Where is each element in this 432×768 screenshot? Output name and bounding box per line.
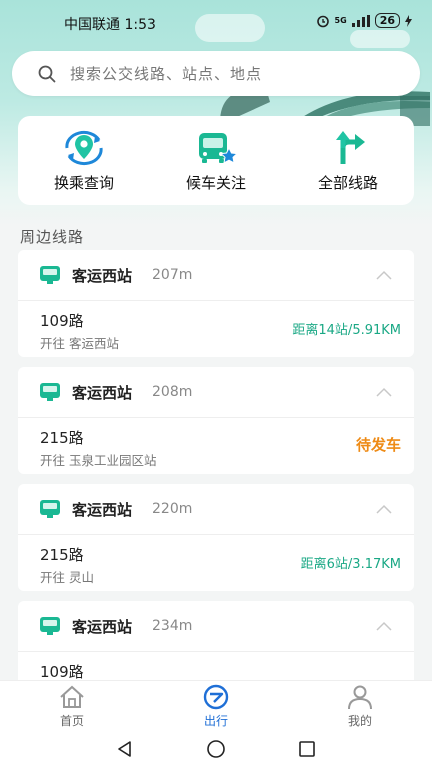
nearby-stop-card[interactable]: 客运西站 207m 109路 开往 客运西站 距离14站/5.91KM (18, 250, 414, 357)
nearby-stop-card[interactable]: 客运西站 208m 215路 开往 玉泉工业园区站 待发车 (18, 367, 414, 474)
route-destination: 开往 玉泉工业园区站 (40, 453, 157, 468)
all-routes-button[interactable]: 全部线路 (282, 116, 414, 205)
chevron-up-icon[interactable] (376, 387, 392, 397)
chevron-up-icon[interactable] (376, 504, 392, 514)
bus-stop-icon (40, 500, 60, 518)
tab-label: 首页 (59, 714, 84, 728)
route-row[interactable]: 215路 开往 灵山 距离6站/3.17KM (18, 535, 414, 591)
charging-icon (405, 14, 412, 27)
bus-watch-button[interactable]: 候车关注 (150, 116, 282, 205)
chevron-up-icon[interactable] (376, 270, 392, 280)
system-nav-bar (0, 730, 432, 768)
status-bar: 中国联通 1:53 5G 26 (0, 0, 432, 44)
alarm-icon (316, 15, 329, 27)
carrier-time: 中国联通 1:53 (64, 17, 156, 33)
profile-icon (348, 685, 372, 710)
bus-stop-icon (40, 617, 60, 635)
chevron-up-icon[interactable] (376, 621, 392, 631)
stop-name: 客运西站 (72, 617, 133, 636)
battery-level: 26 (374, 13, 400, 28)
search-bar[interactable] (12, 51, 420, 96)
home-icon (60, 685, 84, 708)
signal-icon (351, 14, 370, 27)
stop-name: 客运西站 (72, 500, 133, 519)
route-fork-icon (336, 131, 365, 164)
quick-action-label: 全部线路 (317, 174, 378, 192)
bus-stop-icon (40, 383, 60, 401)
route-number: 215路 (40, 546, 84, 564)
route-row[interactable]: 215路 开往 玉泉工业园区站 待发车 (18, 418, 414, 474)
arrival-status: 待发车 (355, 436, 401, 454)
nearby-stop-card[interactable]: 客运西站 220m 215路 开往 灵山 距离6站/3.17KM (18, 484, 414, 591)
transfer-query-button[interactable]: 换乘查询 (18, 116, 150, 205)
section-title: 周边线路 (20, 228, 85, 246)
route-destination: 开往 客运西站 (40, 336, 119, 351)
quick-action-label: 换乘查询 (53, 174, 114, 192)
route-number: 109路 (40, 312, 84, 330)
search-icon (38, 65, 56, 82)
transfer-location-icon (65, 130, 103, 166)
tab-label: 出行 (203, 714, 228, 728)
tab-home[interactable]: 首页 (0, 681, 144, 730)
search-input[interactable] (70, 64, 370, 83)
back-icon[interactable] (116, 740, 134, 758)
arrival-status: 距离6站/3.17KM (300, 557, 401, 572)
network-label: 5G (334, 16, 347, 25)
tab-profile[interactable]: 我的 (288, 681, 432, 730)
stop-name: 客运西站 (72, 383, 133, 402)
arrival-status: 距离14站/5.91KM (292, 323, 401, 338)
route-number: 215路 (40, 429, 84, 447)
stop-distance: 207m (152, 267, 193, 283)
stop-distance: 234m (152, 618, 193, 634)
route-destination: 开往 灵山 (40, 570, 94, 585)
stop-name: 客运西站 (72, 266, 133, 285)
stop-distance: 220m (152, 501, 193, 517)
route-number: 109路 (40, 663, 84, 681)
tab-travel[interactable]: 出行 (144, 681, 288, 730)
quick-actions-panel: 换乘查询 候车关注 全部线路 (18, 116, 414, 205)
bus-stop-icon (40, 266, 60, 284)
bottom-tab-bar: 首页 出行 我的 (0, 680, 432, 730)
stop-distance: 208m (152, 384, 193, 400)
travel-icon (203, 684, 229, 710)
quick-action-label: 候车关注 (185, 174, 246, 192)
tab-label: 我的 (347, 714, 372, 728)
home-circle-icon[interactable] (206, 739, 226, 759)
bus-star-icon (199, 133, 239, 164)
route-row[interactable]: 109路 开往 客运西站 距离14站/5.91KM (18, 301, 414, 357)
recents-icon[interactable] (298, 740, 316, 758)
